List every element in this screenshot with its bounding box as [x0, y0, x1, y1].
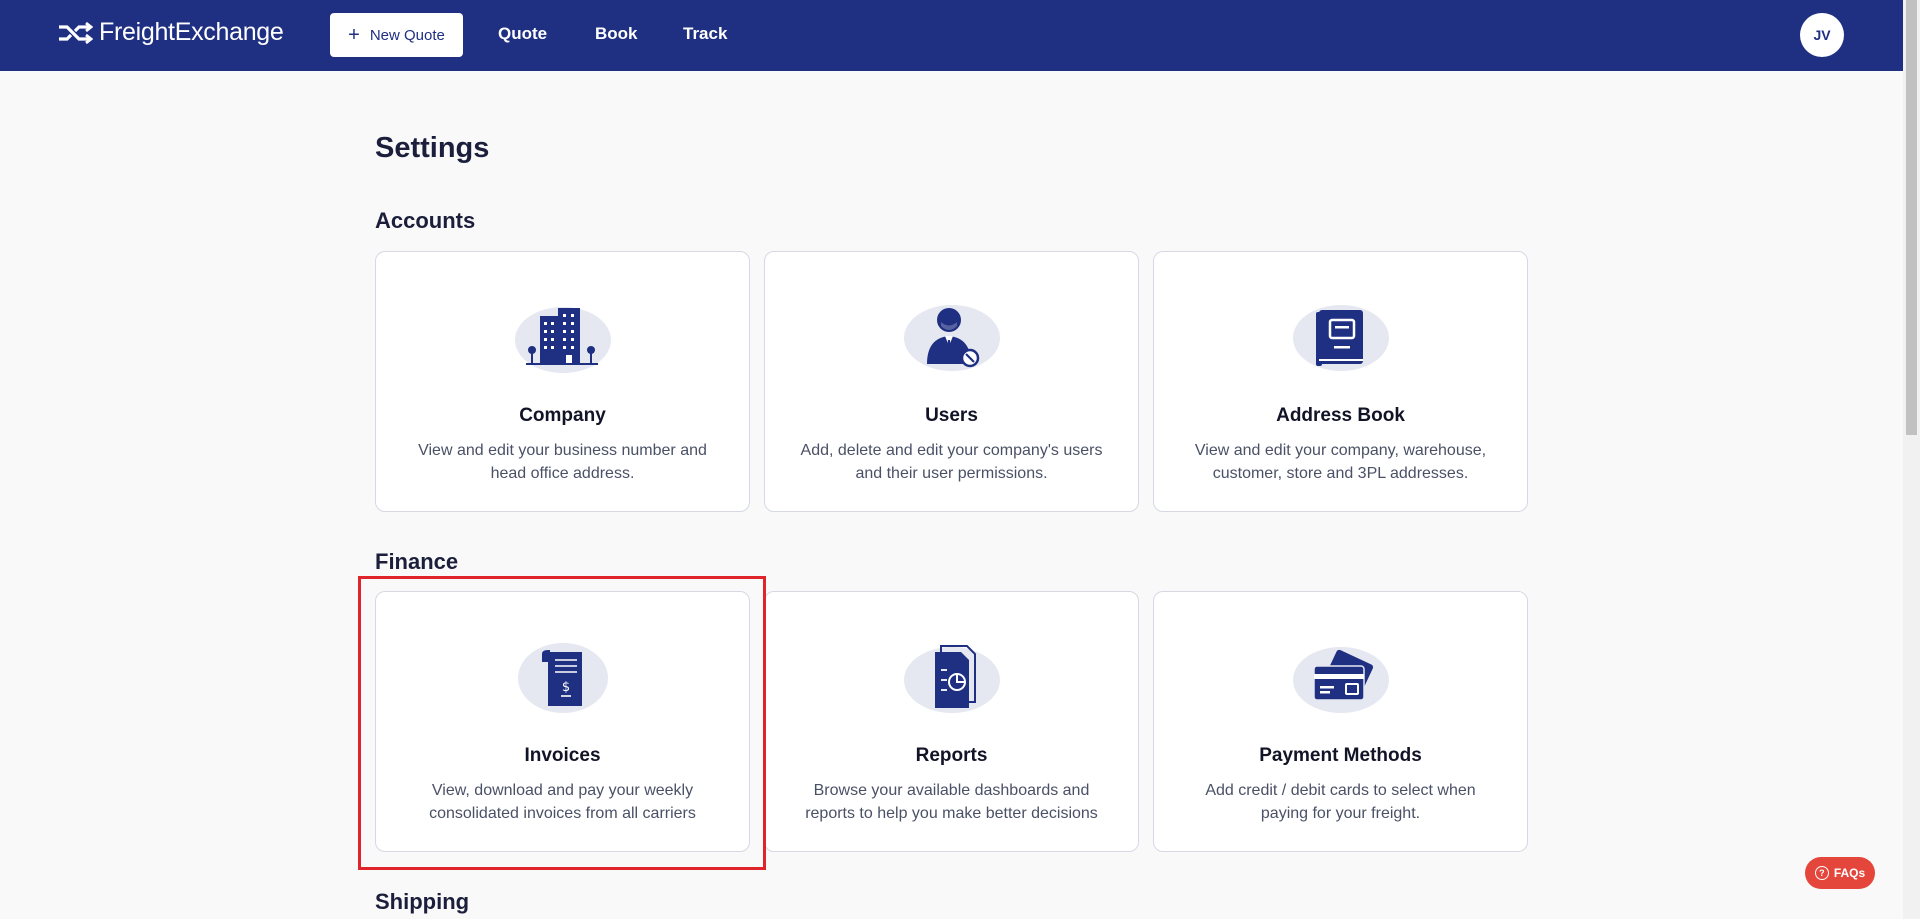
- company-card[interactable]: Company View and edit your business numb…: [375, 251, 750, 512]
- card-description: View and edit your company, warehouse, c…: [1194, 442, 1487, 482]
- card-title: Company: [519, 405, 606, 426]
- card-description: Add credit / debit cards to select when …: [1205, 782, 1476, 822]
- nav-book[interactable]: Book: [595, 24, 638, 44]
- faq-button[interactable]: ? FAQs: [1805, 857, 1875, 889]
- brand-logo[interactable]: FreightExchange: [57, 18, 284, 47]
- section-title-shipping: Shipping: [375, 889, 470, 914]
- card-title: Payment Methods: [1259, 745, 1422, 766]
- top-navbar: FreightExchange + New Quote Quote Book T…: [0, 0, 1903, 71]
- section-title-accounts: Accounts: [375, 208, 476, 233]
- card-description: View, download and pay your weekly conso…: [429, 782, 696, 822]
- card-title: Address Book: [1276, 405, 1405, 426]
- nav-track[interactable]: Track: [683, 24, 727, 44]
- new-quote-button[interactable]: + New Quote: [330, 13, 463, 57]
- payment-methods-card[interactable]: Payment Methods Add credit / debit cards…: [1153, 591, 1528, 852]
- card-title: Invoices: [524, 745, 601, 766]
- reports-card[interactable]: Reports Browse your available dashboards…: [764, 591, 1139, 852]
- card-description: View and edit your business number and h…: [418, 442, 707, 482]
- new-quote-label: New Quote: [369, 26, 445, 44]
- building-icon: [508, 298, 618, 378]
- invoice-icon: $: [508, 638, 618, 718]
- brand-name: FreightExchange: [99, 18, 284, 46]
- card-title: Users: [925, 405, 978, 426]
- shuffle-logo-icon: [59, 21, 93, 44]
- nav-quote[interactable]: Quote: [498, 24, 547, 44]
- users-card[interactable]: Users Add, delete and edit your company'…: [764, 251, 1139, 512]
- invoices-card[interactable]: $ Invoices View, download and pay your w…: [375, 591, 750, 852]
- section-title-finance: Finance: [375, 549, 459, 574]
- plus-icon: +: [348, 24, 360, 46]
- user-avatar[interactable]: JV: [1800, 13, 1844, 57]
- card-description: Add, delete and edit your company's user…: [800, 442, 1103, 482]
- report-icon: [897, 638, 1007, 718]
- svg-text:$: $: [561, 680, 569, 695]
- scrollbar-thumb[interactable]: [1906, 0, 1917, 435]
- faq-label: FAQs: [1833, 866, 1866, 880]
- user-settings-icon: [897, 298, 1007, 378]
- address-book-card[interactable]: Address Book View and edit your company,…: [1153, 251, 1528, 512]
- page-title: Settings: [375, 132, 490, 164]
- address-book-icon: [1286, 298, 1396, 378]
- credit-card-icon: [1286, 638, 1396, 718]
- card-title: Reports: [915, 745, 988, 766]
- help-icon: ?: [1814, 866, 1829, 880]
- card-description: Browse your available dashboards and rep…: [805, 782, 1098, 822]
